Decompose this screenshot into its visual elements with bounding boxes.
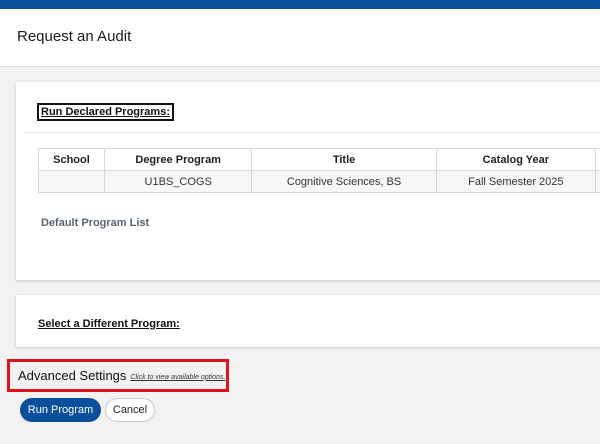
declared-programs-card: Run Declared Programs: School Degree Pro… bbox=[16, 82, 600, 280]
run-program-button[interactable]: Run Program bbox=[20, 398, 101, 422]
cell-extra bbox=[595, 170, 600, 193]
advanced-settings-highlight: Advanced Settings Click to view availabl… bbox=[7, 359, 229, 392]
advanced-settings-options-link[interactable]: Click to view available options. bbox=[130, 374, 225, 381]
page-title: Request an Audit bbox=[17, 28, 132, 45]
declared-programs-table: School Degree Program Title Catalog Year… bbox=[38, 148, 600, 193]
column-header-school: School bbox=[38, 148, 105, 171]
column-header-extra bbox=[595, 148, 600, 171]
advanced-settings-label: Advanced Settings bbox=[18, 368, 127, 383]
cell-degree-program: U1BS_COGS bbox=[103, 170, 253, 193]
column-header-degree-program: Degree Program bbox=[103, 148, 253, 171]
default-program-list-label: Default Program List bbox=[41, 217, 150, 229]
cell-catalog-year: Fall Semester 2025 bbox=[435, 170, 597, 193]
table-row[interactable]: U1BS_COGS Cognitive Sciences, BS Fall Se… bbox=[38, 170, 600, 193]
cancel-button[interactable]: Cancel bbox=[105, 398, 155, 422]
run-declared-programs-link[interactable]: Run Declared Programs: bbox=[37, 103, 174, 121]
cell-school bbox=[38, 170, 105, 193]
top-brand-bar bbox=[0, 0, 600, 9]
different-program-card: Select a Different Program: bbox=[16, 295, 600, 347]
select-different-program-link[interactable]: Select a Different Program: bbox=[38, 318, 180, 330]
divider bbox=[24, 132, 600, 133]
page-header: Request an Audit bbox=[0, 9, 600, 67]
table-header-row: School Degree Program Title Catalog Year bbox=[38, 148, 600, 171]
cell-title: Cognitive Sciences, BS bbox=[251, 170, 437, 193]
column-header-title: Title bbox=[251, 148, 437, 171]
column-header-catalog-year: Catalog Year bbox=[435, 148, 597, 171]
